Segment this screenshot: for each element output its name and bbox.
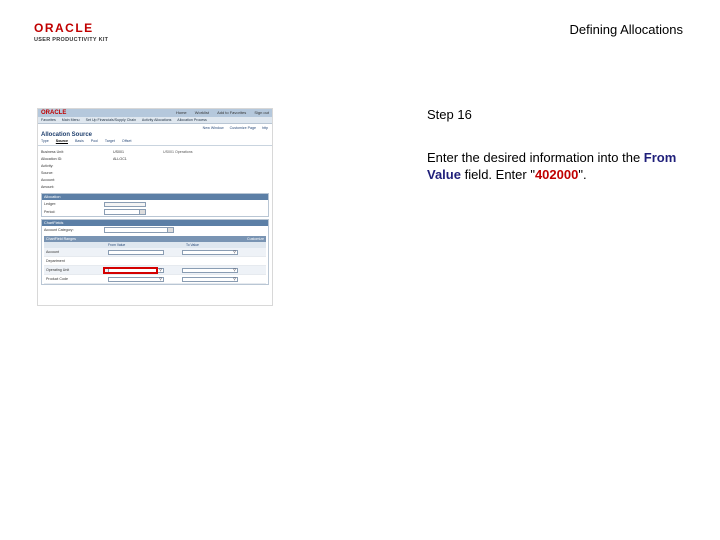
to-value-input[interactable]: ⚲ xyxy=(182,276,238,282)
field-value: US001 xyxy=(113,150,124,154)
from-value-input[interactable] xyxy=(108,259,164,264)
from-value-highlight[interactable] xyxy=(103,267,158,274)
tab-offset[interactable]: Offset xyxy=(122,139,132,143)
field-row: Business Unit: US001 US001 Operations xyxy=(41,149,269,156)
link-sign-out[interactable]: Sign out xyxy=(254,110,269,115)
step-instructions: Enter the desired information into the F… xyxy=(427,149,697,183)
account-category-select[interactable] xyxy=(104,227,174,233)
column-header-to: To Value xyxy=(186,243,199,247)
grid-column-headers: From Value To Value xyxy=(44,242,266,248)
application-screenshot: ORACLE Home Worklist Add to Favorites Si… xyxy=(37,108,273,306)
period-row: Period: xyxy=(42,208,268,216)
ledger-input[interactable] xyxy=(104,201,146,207)
link-home[interactable]: Home xyxy=(176,110,187,115)
oracle-upk-logo: ORACLE USER PRODUCTIVITY KIT xyxy=(34,22,126,48)
field-value: ALLOC1 xyxy=(113,157,127,161)
http-link[interactable]: http xyxy=(262,126,268,130)
field-description xyxy=(163,170,263,177)
to-value-input[interactable]: ⚲ xyxy=(182,249,238,255)
chartfield-panel: ChartFields Account Category: ChartField… xyxy=(41,219,269,285)
field-description xyxy=(163,156,263,163)
period-select[interactable] xyxy=(104,209,146,215)
field-row: Amount: xyxy=(41,184,269,191)
field-row: Source: xyxy=(41,170,269,177)
lookup-icon[interactable]: ⚲ xyxy=(233,268,236,272)
field-description: US001 Operations xyxy=(163,150,193,154)
field-label: Allocation ID: xyxy=(41,157,63,161)
page-toolbar: New Window Customize Page http xyxy=(38,124,272,132)
breadcrumb: Favorites Main Menu Set Up Financials/Su… xyxy=(38,117,272,124)
breadcrumb-item[interactable]: Allocation Process xyxy=(177,118,207,122)
tab-source[interactable]: Source xyxy=(56,139,68,143)
field-row: Allocation ID: ALLOC1 xyxy=(41,156,269,163)
link-worklist[interactable]: Worklist xyxy=(195,110,209,115)
row-label: Department xyxy=(46,259,65,263)
breadcrumb-item[interactable]: Activity Allocations xyxy=(142,118,172,122)
table-row: Account ⚲ xyxy=(44,248,266,257)
tab-pool[interactable]: Pool xyxy=(91,139,98,143)
field-description xyxy=(163,163,263,170)
table-row: Product Code ⚲ ⚲ xyxy=(44,275,266,284)
breadcrumb-item[interactable]: Set Up Financials/Supply Chain xyxy=(86,118,137,122)
field-value xyxy=(113,163,163,170)
top-links: Home Worklist Add to Favorites Sign out xyxy=(169,110,269,116)
account-category-label: Account Category: xyxy=(44,228,74,232)
instruction-value: 402000 xyxy=(534,167,579,182)
field-label: Amount: xyxy=(41,185,55,189)
breadcrumb-item[interactable]: Favorites xyxy=(41,118,56,122)
period-label: Period: xyxy=(44,210,56,214)
lookup-icon[interactable]: ⚲ xyxy=(233,277,236,281)
field-description xyxy=(163,184,263,191)
lookup-icon[interactable]: ⚲ xyxy=(159,277,162,281)
tab-basis[interactable]: Basis xyxy=(75,139,84,143)
document-title: Defining Allocations xyxy=(569,22,683,37)
field-row: Account: xyxy=(41,177,269,184)
row-label: Operating Unit xyxy=(46,268,70,272)
field-value xyxy=(113,177,163,184)
from-value-input[interactable]: ⚲ xyxy=(108,276,164,282)
tab-target[interactable]: Target xyxy=(105,139,115,143)
logo-subtitle: USER PRODUCTIVITY KIT xyxy=(34,37,109,43)
ledger-label: Ledger: xyxy=(44,202,57,206)
field-value xyxy=(113,170,163,177)
page-tabs: Type Source Basis Pool Target Offset xyxy=(38,138,272,146)
to-value-input[interactable] xyxy=(182,259,238,264)
customize-page-link[interactable]: Customize Page xyxy=(230,126,256,130)
from-value-input[interactable] xyxy=(108,249,164,255)
instruction-text: field. Enter " xyxy=(460,167,535,182)
lookup-icon[interactable]: ⚲ xyxy=(159,268,162,272)
field-label: Business Unit: xyxy=(41,150,64,154)
ledger-row: Ledger: xyxy=(42,200,268,208)
column-header-from: From Value xyxy=(108,243,126,247)
field-label: Activity: xyxy=(41,164,54,168)
header-fields: Business Unit: US001 US001 Operations Allo… xyxy=(38,146,272,191)
field-label: Source: xyxy=(41,171,54,175)
new-window-link[interactable]: New Window xyxy=(203,126,224,130)
to-value-input[interactable]: ⚲ xyxy=(182,267,238,273)
account-category-row: Account Category: xyxy=(42,226,268,234)
column-header-blank xyxy=(44,242,104,248)
row-label: Product Code xyxy=(46,277,68,281)
tab-type[interactable]: Type xyxy=(41,139,49,143)
instruction-text: ". xyxy=(578,167,587,182)
lookup-icon[interactable]: ⚲ xyxy=(233,250,236,254)
allocation-panel: Allocation Ledger: Period: xyxy=(41,193,269,217)
field-row: Activity: xyxy=(41,163,269,170)
field-value xyxy=(113,184,163,191)
app-header: ORACLE Home Worklist Add to Favorites Si… xyxy=(38,109,272,117)
table-row: Department xyxy=(44,257,266,266)
row-label: Account xyxy=(46,250,59,254)
field-description xyxy=(163,177,263,184)
breadcrumb-item[interactable]: Main Menu xyxy=(62,118,80,122)
instruction-text: Enter the desired information into the xyxy=(427,150,644,165)
link-add-favorites[interactable]: Add to Favorites xyxy=(217,110,246,115)
step-number: Step 16 xyxy=(427,107,472,122)
app-logo: ORACLE xyxy=(41,110,67,116)
field-label: Account: xyxy=(41,178,55,182)
logo-word: ORACLE xyxy=(34,21,94,35)
